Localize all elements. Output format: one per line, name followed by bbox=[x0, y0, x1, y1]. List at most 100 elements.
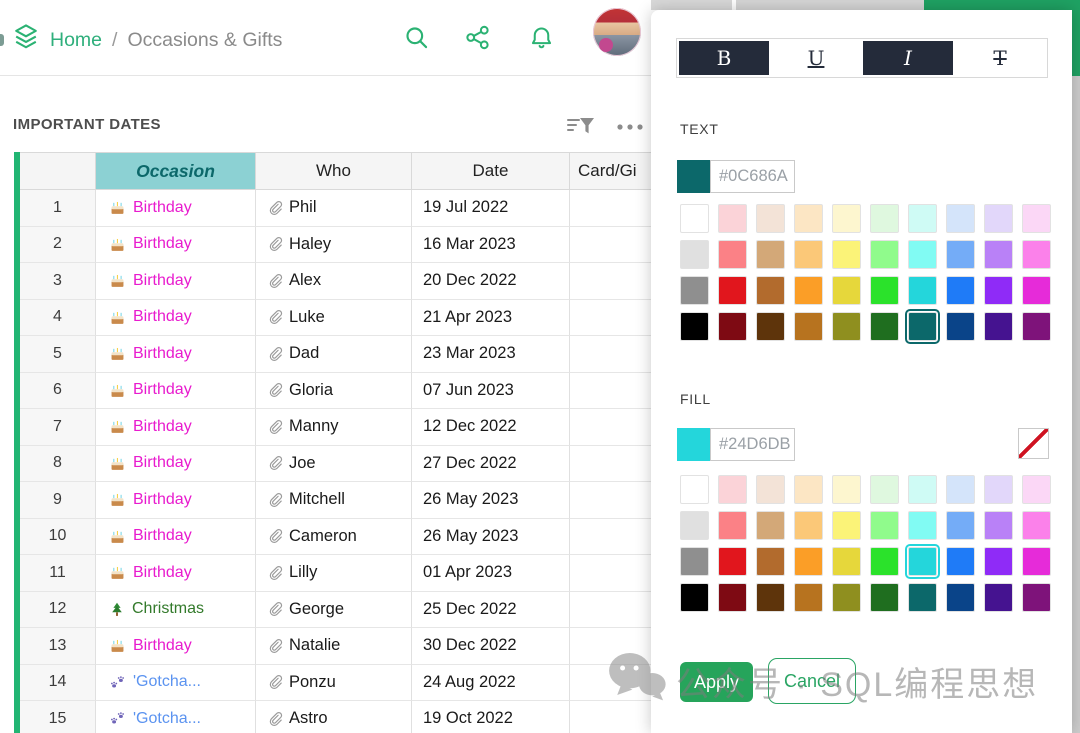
color-swatch-1f7bf7[interactable] bbox=[946, 276, 975, 305]
color-swatch-1f6e1f[interactable] bbox=[870, 583, 899, 612]
text-hex-input[interactable]: #0C686A bbox=[710, 160, 795, 193]
color-swatch-dff8df[interactable] bbox=[870, 475, 899, 504]
color-swatch-e1161d[interactable] bbox=[718, 276, 747, 305]
row-number[interactable]: 10 bbox=[20, 519, 96, 556]
color-swatch-ffffff[interactable] bbox=[680, 475, 709, 504]
color-swatch-dff8df[interactable] bbox=[870, 204, 899, 233]
color-swatch-fdf6cf[interactable] bbox=[832, 475, 861, 504]
color-swatch-b26b2d[interactable] bbox=[756, 276, 785, 305]
italic-toggle-button[interactable]: I bbox=[863, 41, 953, 75]
row-number[interactable]: 8 bbox=[20, 446, 96, 483]
color-swatch-fbd3d8[interactable] bbox=[718, 475, 747, 504]
row-number[interactable]: 14 bbox=[20, 665, 96, 702]
color-swatch-2be22b[interactable] bbox=[870, 276, 899, 305]
color-swatch-74acf7[interactable] bbox=[946, 511, 975, 540]
column-header-occasion[interactable]: Occasion bbox=[96, 152, 256, 190]
row-number[interactable]: 6 bbox=[20, 373, 96, 410]
who-cell[interactable]: Dad bbox=[256, 336, 412, 373]
occasion-cell[interactable]: Birthday bbox=[96, 628, 256, 665]
color-swatch-fce6c4[interactable] bbox=[794, 204, 823, 233]
who-cell[interactable]: Alex bbox=[256, 263, 412, 300]
color-swatch-b7731f[interactable] bbox=[794, 583, 823, 612]
color-swatch-e2d7fa[interactable] bbox=[984, 475, 1013, 504]
color-swatch-8f2bf7[interactable] bbox=[984, 547, 1013, 576]
apply-button[interactable]: Apply bbox=[680, 662, 753, 702]
color-swatch-0a4489[interactable] bbox=[946, 312, 975, 341]
date-cell[interactable]: 25 Dec 2022 bbox=[412, 592, 570, 629]
color-swatch-d3a878[interactable] bbox=[756, 511, 785, 540]
strikethrough-toggle-button[interactable]: T bbox=[955, 41, 1045, 75]
color-swatch-7e0a13[interactable] bbox=[718, 312, 747, 341]
color-swatch-e0e0e0[interactable] bbox=[680, 511, 709, 540]
color-swatch-ffffff[interactable] bbox=[680, 204, 709, 233]
row-number[interactable]: 4 bbox=[20, 300, 96, 337]
share-icon[interactable] bbox=[464, 24, 491, 51]
more-menu-icon[interactable] bbox=[612, 112, 648, 142]
color-swatch-7e0a13[interactable] bbox=[718, 583, 747, 612]
color-swatch-d3a878[interactable] bbox=[756, 240, 785, 269]
date-cell[interactable]: 27 Dec 2022 bbox=[412, 446, 570, 483]
color-swatch-e1161d[interactable] bbox=[718, 547, 747, 576]
row-number[interactable]: 1 bbox=[20, 190, 96, 227]
color-swatch-b981f7[interactable] bbox=[984, 511, 1013, 540]
color-swatch-0c686a[interactable] bbox=[908, 312, 937, 341]
color-swatch-1f7bf7[interactable] bbox=[946, 547, 975, 576]
date-cell[interactable]: 16 Mar 2023 bbox=[412, 227, 570, 264]
color-swatch-fbc878[interactable] bbox=[794, 240, 823, 269]
color-swatch-fbf378[interactable] bbox=[832, 511, 861, 540]
date-cell[interactable]: 23 Mar 2023 bbox=[412, 336, 570, 373]
color-swatch-d4e4fa[interactable] bbox=[946, 475, 975, 504]
color-swatch-451390[interactable] bbox=[984, 583, 1013, 612]
who-cell[interactable]: Haley bbox=[256, 227, 412, 264]
avatar[interactable] bbox=[593, 8, 641, 56]
row-number[interactable]: 15 bbox=[20, 701, 96, 733]
who-cell[interactable]: George bbox=[256, 592, 412, 629]
who-cell[interactable]: Luke bbox=[256, 300, 412, 337]
date-cell[interactable]: 01 Apr 2023 bbox=[412, 555, 570, 592]
occasion-cell[interactable]: Birthday bbox=[96, 555, 256, 592]
color-swatch-7e137a[interactable] bbox=[1022, 312, 1051, 341]
color-swatch-7e137a[interactable] bbox=[1022, 583, 1051, 612]
color-swatch-8f8f1f[interactable] bbox=[832, 312, 861, 341]
filter-icon[interactable] bbox=[564, 112, 598, 142]
row-number[interactable]: 9 bbox=[20, 482, 96, 519]
color-swatch-8f2bf7[interactable] bbox=[984, 276, 1013, 305]
date-cell[interactable]: 21 Apr 2023 bbox=[412, 300, 570, 337]
color-swatch-81fbf3[interactable] bbox=[908, 511, 937, 540]
breadcrumb-home-link[interactable]: Home bbox=[50, 29, 102, 52]
row-number[interactable]: 13 bbox=[20, 628, 96, 665]
color-swatch-8f8f8f[interactable] bbox=[680, 547, 709, 576]
column-header-rownum[interactable] bbox=[20, 152, 96, 190]
color-swatch-fb8186[interactable] bbox=[718, 240, 747, 269]
vertical-scrollbar[interactable] bbox=[1072, 76, 1080, 733]
occasion-cell[interactable]: Christmas bbox=[96, 592, 256, 629]
who-cell[interactable]: Mitchell bbox=[256, 482, 412, 519]
cancel-button[interactable]: Cancel bbox=[768, 658, 856, 704]
no-fill-button[interactable] bbox=[1018, 428, 1049, 459]
color-swatch-e62bd9[interactable] bbox=[1022, 547, 1051, 576]
color-swatch-90fb8c[interactable] bbox=[870, 511, 899, 540]
date-cell[interactable]: 26 May 2023 bbox=[412, 519, 570, 556]
color-swatch-0a4489[interactable] bbox=[946, 583, 975, 612]
color-swatch-cffbf5[interactable] bbox=[908, 204, 937, 233]
date-cell[interactable]: 07 Jun 2023 bbox=[412, 373, 570, 410]
color-swatch-fb8186[interactable] bbox=[718, 511, 747, 540]
color-swatch-fbd3d8[interactable] bbox=[718, 204, 747, 233]
color-swatch-5e340b[interactable] bbox=[756, 312, 785, 341]
color-swatch-fdf6cf[interactable] bbox=[832, 204, 861, 233]
color-swatch-000000[interactable] bbox=[680, 312, 709, 341]
occasion-cell[interactable]: Birthday bbox=[96, 446, 256, 483]
date-cell[interactable]: 19 Jul 2022 bbox=[412, 190, 570, 227]
row-number[interactable]: 5 bbox=[20, 336, 96, 373]
underline-toggle-button[interactable]: U bbox=[771, 41, 861, 75]
color-swatch-fbc878[interactable] bbox=[794, 511, 823, 540]
color-swatch-24d6db[interactable] bbox=[908, 276, 937, 305]
color-swatch-fbd7f6[interactable] bbox=[1022, 204, 1051, 233]
column-header-who[interactable]: Who bbox=[256, 152, 412, 190]
who-cell[interactable]: Lilly bbox=[256, 555, 412, 592]
color-swatch-fbd7f6[interactable] bbox=[1022, 475, 1051, 504]
occasion-cell[interactable]: Birthday bbox=[96, 373, 256, 410]
occasion-cell[interactable]: Birthday bbox=[96, 227, 256, 264]
color-swatch-81fbf3[interactable] bbox=[908, 240, 937, 269]
fill-hex-input[interactable]: #24D6DB bbox=[710, 428, 795, 461]
